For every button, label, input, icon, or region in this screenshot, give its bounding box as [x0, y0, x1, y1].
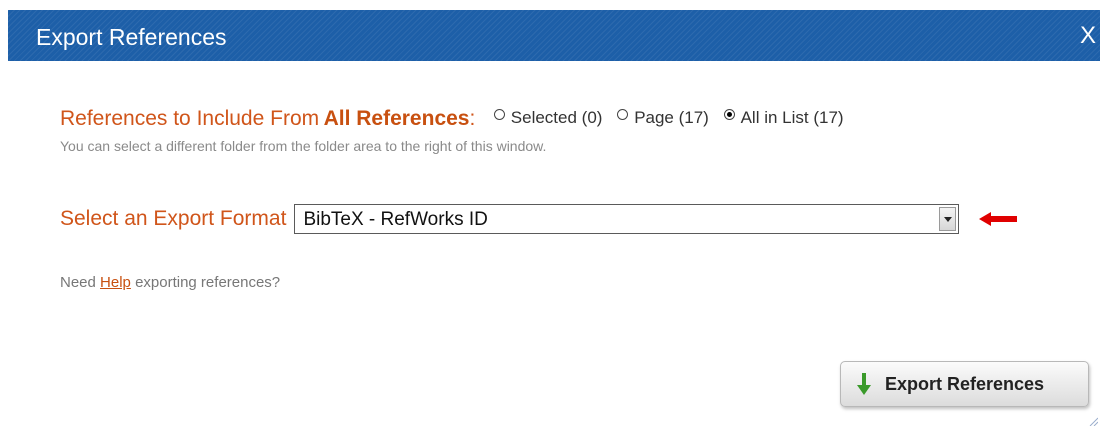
- include-radio-group: Selected (0) Page (17) All in List (17): [493, 107, 854, 131]
- export-format-value: BibTeX - RefWorks ID: [303, 209, 488, 230]
- radio-page-label: Page (17): [634, 107, 709, 127]
- help-link[interactable]: Help: [100, 274, 131, 291]
- dialog-titlebar: Export References X: [8, 10, 1100, 61]
- close-button[interactable]: X: [1080, 22, 1096, 50]
- format-row: Select an Export Format BibTeX - RefWork…: [60, 204, 1018, 234]
- folder-hint: You can select a different folder from t…: [60, 138, 547, 154]
- export-format-select[interactable]: BibTeX - RefWorks ID: [294, 204, 960, 234]
- help-text: Need Help exporting references?: [60, 274, 280, 291]
- radio-selected[interactable]: Selected (0): [493, 107, 603, 128]
- chevron-down-icon[interactable]: [939, 207, 957, 231]
- radio-all-in-list[interactable]: All in List (17): [723, 107, 844, 128]
- radio-all-in-list-icon[interactable]: [723, 109, 735, 120]
- include-separator: :: [469, 107, 476, 130]
- help-suffix: exporting references?: [135, 274, 281, 291]
- dialog-title: Export References: [36, 24, 227, 50]
- format-label: Select an Export Format: [60, 207, 287, 230]
- radio-selected-label: Selected (0): [510, 107, 603, 127]
- red-arrow-icon: [979, 212, 1018, 226]
- resize-handle-icon[interactable]: [1088, 416, 1098, 426]
- include-row: References to Include From All Reference…: [60, 107, 854, 131]
- download-arrow-icon: [857, 373, 871, 395]
- export-references-button[interactable]: Export References: [840, 361, 1089, 407]
- radio-selected-icon[interactable]: [493, 109, 505, 120]
- radio-page[interactable]: Page (17): [617, 108, 709, 128]
- help-prefix: Need: [60, 274, 96, 291]
- radio-all-in-list-label: All in List (17): [740, 107, 844, 127]
- export-references-label: Export References: [885, 373, 1045, 394]
- folder-name: All References: [323, 107, 470, 130]
- include-label: References to Include From: [60, 107, 320, 130]
- radio-page-icon[interactable]: [617, 109, 629, 120]
